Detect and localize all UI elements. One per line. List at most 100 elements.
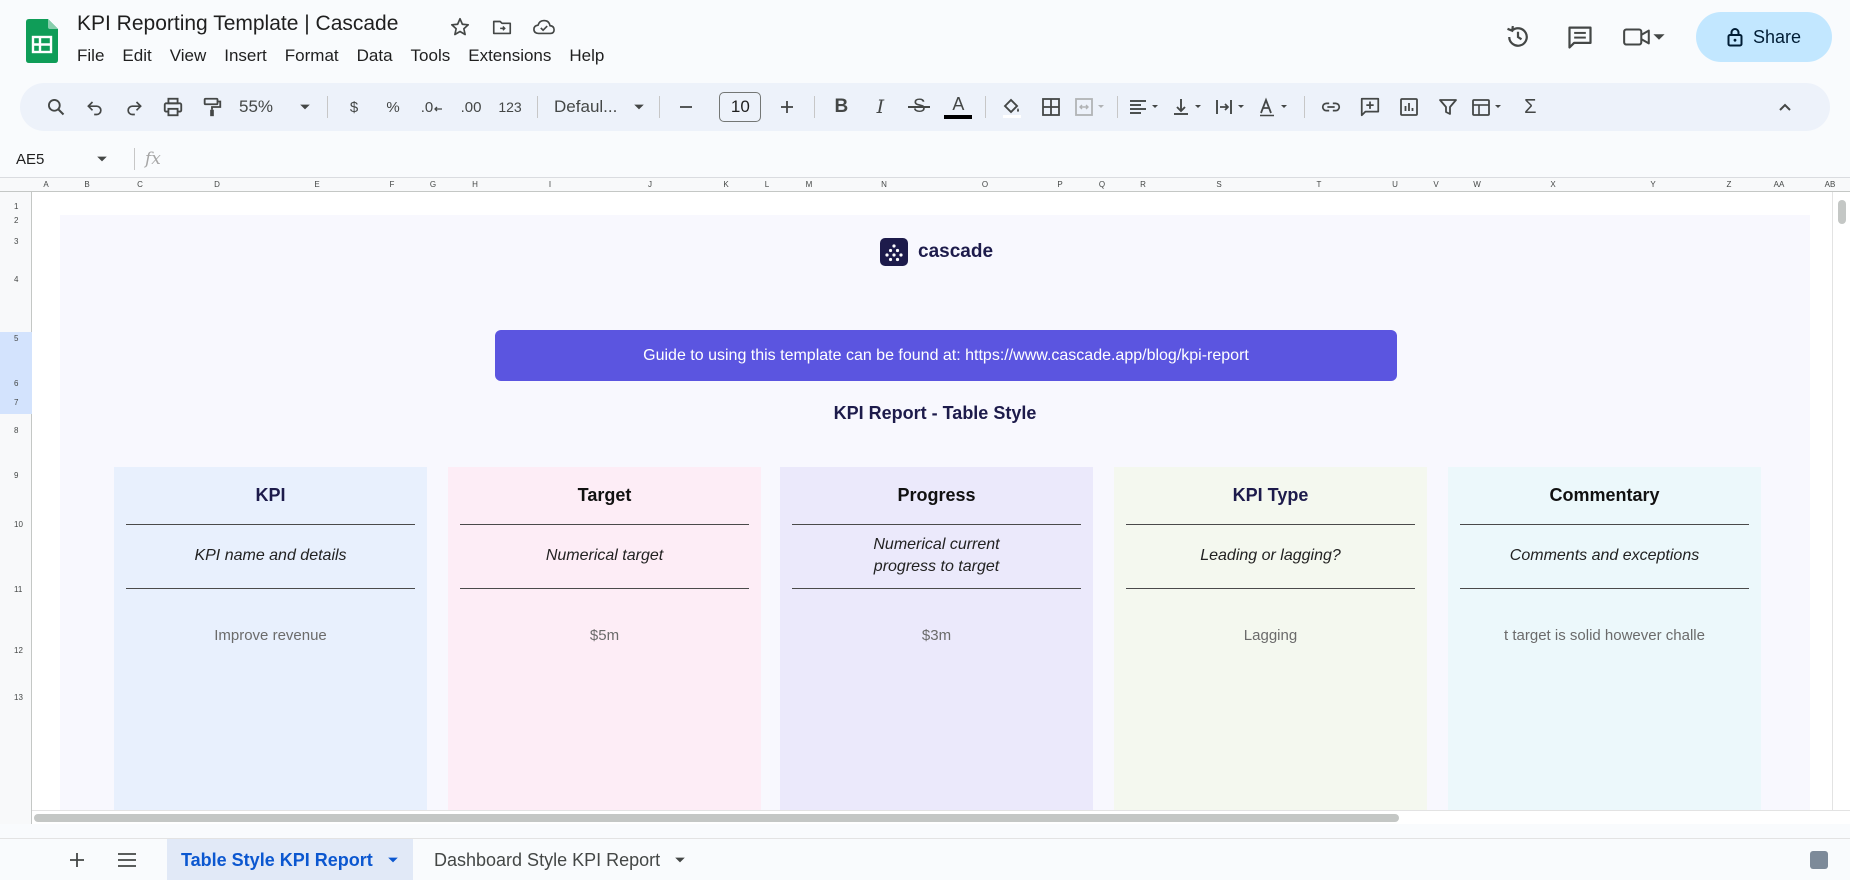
column-header[interactable]: AB — [1825, 180, 1836, 189]
row-header[interactable]: 9 — [14, 471, 18, 480]
increase-decimal-button[interactable]: .00 — [455, 91, 487, 123]
menu-data[interactable]: Data — [348, 46, 402, 66]
meet-button[interactable] — [1622, 24, 1666, 50]
column-header[interactable]: I — [549, 180, 551, 189]
horizontal-scroll-thumb[interactable] — [34, 814, 1399, 822]
column-header[interactable]: N — [881, 180, 887, 189]
column-header[interactable]: F — [390, 180, 395, 189]
filter-icon[interactable] — [1432, 91, 1464, 123]
name-box[interactable]: AE5 — [0, 151, 122, 168]
font-family-select[interactable]: Defaul... — [554, 97, 645, 117]
undo-icon[interactable] — [79, 91, 111, 123]
chevron-down-icon[interactable] — [387, 854, 399, 866]
sheets-logo-icon[interactable] — [26, 19, 58, 63]
decrease-font-size-button[interactable] — [670, 91, 702, 123]
explore-icon[interactable] — [1810, 851, 1828, 869]
redo-icon[interactable] — [118, 91, 150, 123]
column-header[interactable]: C — [137, 180, 143, 189]
merge-cells-icon[interactable] — [1074, 91, 1106, 123]
fill-color-icon[interactable] — [996, 91, 1028, 123]
comments-icon[interactable] — [1560, 17, 1600, 57]
column-header[interactable]: G — [430, 180, 436, 189]
row-header[interactable]: 5 — [14, 334, 18, 343]
italic-button[interactable]: I — [864, 91, 896, 123]
row-header[interactable]: 2 — [14, 216, 18, 225]
text-color-button[interactable]: A — [942, 91, 974, 123]
kpi-column-kpi-type[interactable]: KPI Type Leading or lagging? Lagging — [1114, 467, 1427, 824]
version-history-icon[interactable] — [1498, 17, 1538, 57]
text-wrapping-icon[interactable] — [1214, 91, 1250, 123]
column-header[interactable]: W — [1473, 180, 1481, 189]
column-header[interactable]: U — [1392, 180, 1398, 189]
row-header[interactable]: 10 — [14, 520, 23, 529]
chevron-down-icon[interactable] — [674, 854, 686, 866]
menu-view[interactable]: View — [161, 46, 216, 66]
share-button[interactable]: Share — [1696, 12, 1832, 62]
sheet-tab-dashboard-style[interactable]: Dashboard Style KPI Report — [420, 839, 700, 880]
column-header[interactable]: X — [1550, 180, 1555, 189]
menu-extensions[interactable]: Extensions — [459, 46, 560, 66]
row-header[interactable]: 6 — [14, 379, 18, 388]
move-folder-icon[interactable] — [490, 15, 514, 39]
all-sheets-button[interactable] — [112, 845, 142, 875]
row-header[interactable]: 12 — [14, 646, 23, 655]
filter-views-icon[interactable] — [1471, 91, 1507, 123]
document-title[interactable]: KPI Reporting Template | Cascade — [77, 12, 398, 36]
menu-tools[interactable]: Tools — [402, 46, 460, 66]
cloud-saved-icon[interactable] — [532, 15, 556, 39]
increase-font-size-button[interactable] — [771, 91, 803, 123]
column-header[interactable]: V — [1433, 180, 1438, 189]
functions-icon[interactable]: Σ — [1514, 91, 1546, 123]
vertical-align-icon[interactable] — [1171, 91, 1207, 123]
column-header[interactable]: E — [314, 180, 319, 189]
print-icon[interactable] — [157, 91, 189, 123]
column-header[interactable]: P — [1057, 180, 1062, 189]
column-header[interactable]: J — [648, 180, 652, 189]
menu-help[interactable]: Help — [560, 46, 613, 66]
row-header[interactable]: 4 — [14, 275, 18, 284]
kpi-column-progress[interactable]: Progress Numerical current progress to t… — [780, 467, 1093, 824]
column-header[interactable]: K — [723, 180, 728, 189]
column-header[interactable]: AA — [1774, 180, 1785, 189]
formula-input[interactable] — [173, 144, 1850, 174]
spreadsheet-grid[interactable]: A B C D E F G H I J K L M N O P Q R S T … — [0, 177, 1850, 824]
vertical-scroll-thumb[interactable] — [1838, 200, 1846, 224]
column-header[interactable]: Z — [1727, 180, 1732, 189]
kpi-column-target[interactable]: Target Numerical target $5m — [448, 467, 761, 824]
insert-chart-icon[interactable] — [1393, 91, 1425, 123]
menu-edit[interactable]: Edit — [113, 46, 160, 66]
column-header[interactable]: L — [765, 180, 769, 189]
column-header[interactable]: R — [1140, 180, 1146, 189]
row-header[interactable]: 8 — [14, 426, 18, 435]
sheet-tab-table-style[interactable]: Table Style KPI Report — [167, 839, 413, 880]
row-header[interactable]: 13 — [14, 693, 23, 702]
insert-comment-icon[interactable] — [1354, 91, 1386, 123]
guide-banner[interactable]: Guide to using this template can be foun… — [495, 330, 1397, 381]
vertical-scrollbar[interactable] — [1832, 192, 1850, 824]
column-header[interactable]: A — [43, 180, 48, 189]
insert-link-icon[interactable] — [1315, 91, 1347, 123]
percent-format-button[interactable]: % — [377, 91, 409, 123]
text-rotation-icon[interactable] — [1257, 91, 1293, 123]
more-formats-button[interactable]: 123 — [494, 91, 526, 123]
row-header[interactable]: 7 — [14, 398, 18, 407]
column-header[interactable]: M — [806, 180, 813, 189]
horizontal-align-icon[interactable] — [1128, 91, 1164, 123]
column-header[interactable]: D — [214, 180, 220, 189]
paint-format-icon[interactable] — [196, 91, 228, 123]
kpi-column-kpi[interactable]: KPI KPI name and details Improve revenue — [114, 467, 427, 824]
horizontal-scrollbar[interactable] — [32, 810, 1850, 824]
bold-button[interactable]: B — [825, 91, 857, 123]
search-menus-icon[interactable] — [40, 91, 72, 123]
row-header[interactable]: 3 — [14, 237, 18, 246]
strikethrough-button[interactable]: S — [903, 91, 935, 123]
column-header[interactable]: Y — [1650, 180, 1655, 189]
add-sheet-button[interactable] — [62, 845, 92, 875]
kpi-column-commentary[interactable]: Commentary Comments and exceptions t tar… — [1448, 467, 1761, 824]
menu-format[interactable]: Format — [276, 46, 348, 66]
menu-file[interactable]: File — [77, 46, 113, 66]
column-header[interactable]: S — [1216, 180, 1221, 189]
collapse-menus-icon[interactable] — [1769, 91, 1801, 123]
column-header[interactable]: O — [982, 180, 988, 189]
column-header[interactable]: H — [472, 180, 478, 189]
